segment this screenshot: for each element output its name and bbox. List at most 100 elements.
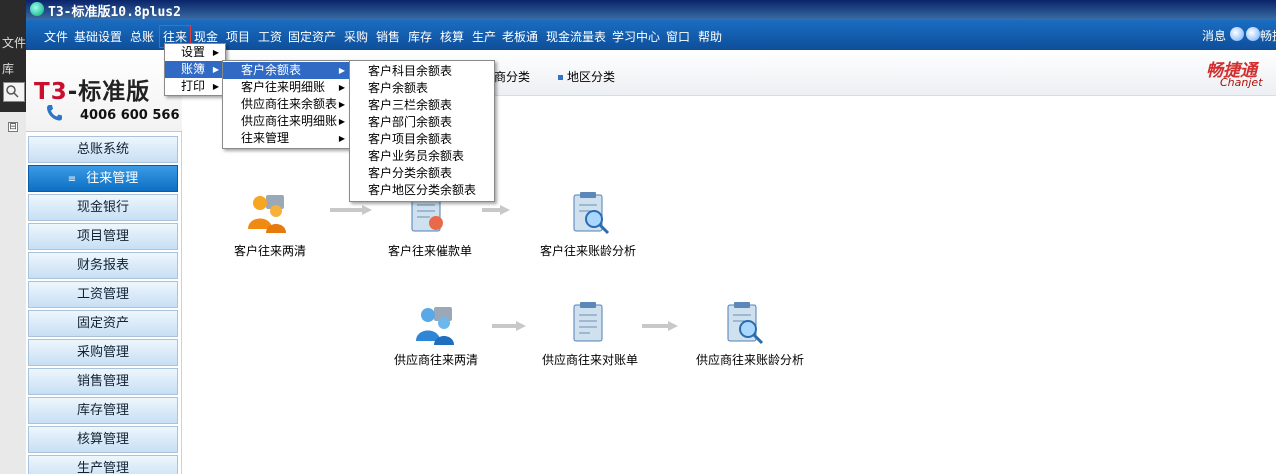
menu-item-ledgers[interactable]: 账簿 ▶ bbox=[165, 61, 225, 78]
menu-cash-flow[interactable]: 现金流量表 bbox=[546, 28, 606, 45]
supplier-statement-icon[interactable] bbox=[566, 301, 614, 347]
logo-t3: T3 bbox=[34, 79, 68, 105]
customer-dunning-label[interactable]: 客户往来催款单 bbox=[388, 242, 472, 259]
arrow-right-icon bbox=[330, 205, 372, 215]
sidebar-item-production[interactable]: 生产管理 bbox=[28, 455, 178, 474]
arrow-right-icon bbox=[642, 321, 678, 331]
menu-item-print[interactable]: 打印 ▶ bbox=[165, 78, 225, 95]
arrow-right-icon bbox=[492, 321, 526, 331]
menu-payroll[interactable]: 工资 bbox=[258, 28, 282, 45]
supplier-settlement-icon[interactable] bbox=[412, 301, 460, 347]
customer-aging-label[interactable]: 客户往来账龄分析 bbox=[540, 242, 636, 259]
background-side-label: 库 bbox=[2, 62, 15, 76]
menu-item-customer-three-column[interactable]: 客户三栏余额表 bbox=[350, 97, 494, 114]
sidebar-item-general-ledger[interactable]: 总账系统 bbox=[28, 136, 178, 163]
logo-edition: -标准版 bbox=[67, 79, 151, 105]
supplier-aging-label[interactable]: 供应商往来账龄分析 bbox=[696, 351, 804, 368]
arrow-right-icon: ▶ bbox=[338, 117, 345, 126]
menu-item-customer-detail-label: 客户往来明细账 bbox=[241, 80, 326, 94]
menu-item-supplier-balance[interactable]: 供应商往来余额表 ▶ bbox=[223, 96, 351, 113]
menu-item-receivables-management-label: 往来管理 bbox=[241, 131, 290, 145]
help-icon[interactable] bbox=[1246, 27, 1260, 41]
sidebar-item-receivables[interactable]: ≡ 往来管理 bbox=[28, 165, 178, 192]
tab-region-category-label: 地区分类 bbox=[567, 70, 616, 84]
page: { "background_app": { "menu_label": "文件"… bbox=[0, 0, 1276, 474]
window-title: T3-标准版10.8plus2 bbox=[48, 5, 181, 20]
arrow-right-icon: ▶ bbox=[212, 48, 219, 57]
menu-boss-link[interactable]: 老板通 bbox=[502, 28, 538, 45]
menu-item-customer-detail[interactable]: 客户往来明细账 ▶ bbox=[223, 79, 351, 96]
arrow-right-icon: ▶ bbox=[212, 65, 219, 74]
background-pane bbox=[0, 112, 26, 474]
menu-item-customer-region-category[interactable]: 客户地区分类余额表 bbox=[350, 182, 494, 199]
arrow-right-icon: ▶ bbox=[338, 83, 345, 92]
menu-help[interactable]: 帮助 bbox=[698, 28, 722, 45]
expander-icon[interactable]: ⊟ bbox=[8, 122, 18, 132]
logo: T3-标准版 bbox=[34, 72, 150, 106]
phone-number: 4006 600 566 bbox=[80, 108, 180, 123]
customer-aging-icon[interactable] bbox=[566, 191, 614, 237]
menu-sales[interactable]: 销售 bbox=[376, 28, 400, 45]
menu-project[interactable]: 项目 bbox=[226, 28, 250, 45]
menu-item-customer-category[interactable]: 客户分类余额表 bbox=[350, 165, 494, 182]
title-bar: T3-标准版10.8plus2 bbox=[26, 0, 1276, 20]
workflow-area: 客户往来两清 客户往来催款单 客户往来账龄分析 供应商往来两清 供应商往来对账单… bbox=[182, 97, 1276, 474]
menu-item-customer-account-balance[interactable]: 客户科目余额表 bbox=[350, 63, 494, 80]
menu-production[interactable]: 生产 bbox=[472, 28, 496, 45]
menu-file[interactable]: 文件 bbox=[44, 28, 68, 45]
menu-general-ledger[interactable]: 总账 bbox=[130, 28, 154, 45]
sidebar-item-payroll[interactable]: 工资管理 bbox=[28, 281, 178, 308]
background-app-strip: 文件 库 ⊟ bbox=[0, 0, 26, 474]
sidebar-item-accounting[interactable]: 核算管理 bbox=[28, 426, 178, 453]
menu-accounting[interactable]: 核算 bbox=[440, 28, 464, 45]
tab-region-category[interactable]: 地区分类 bbox=[558, 68, 615, 85]
menu-inventory[interactable]: 库存 bbox=[408, 28, 432, 45]
menu-ledgers-submenu: 客户余额表 ▶ 客户往来明细账 ▶ 供应商往来余额表 ▶ 供应商往来明细账 ▶ 往来管理… bbox=[222, 60, 352, 149]
phone-icon bbox=[47, 105, 62, 121]
menu-purchase[interactable]: 采购 bbox=[344, 28, 368, 45]
menu-fixed-assets[interactable]: 固定资产 bbox=[288, 28, 336, 45]
help-link[interactable]: 畅捷 bbox=[1260, 27, 1276, 44]
background-search-box bbox=[3, 82, 25, 102]
sidebar-item-sales[interactable]: 销售管理 bbox=[28, 368, 178, 395]
background-menu-label: 文件 bbox=[2, 36, 27, 50]
menu-item-customer-balance-sheet[interactable]: 客户余额表 bbox=[350, 80, 494, 97]
menu-item-supplier-balance-label: 供应商往来余额表 bbox=[241, 97, 338, 111]
menu-item-customer-project[interactable]: 客户项目余额表 bbox=[350, 131, 494, 148]
menu-item-customer-balance[interactable]: 客户余额表 ▶ bbox=[223, 62, 351, 79]
sidebar-item-purchase[interactable]: 采购管理 bbox=[28, 339, 178, 366]
arrow-right-icon: ▶ bbox=[212, 82, 219, 91]
menu-basic-settings[interactable]: 基础设置 bbox=[74, 28, 122, 45]
menu-item-settings[interactable]: 设置 ▶ bbox=[165, 44, 225, 61]
sidebar-item-financial-reports[interactable]: 财务报表 bbox=[28, 252, 178, 279]
menu-item-customer-salesperson[interactable]: 客户业务员余额表 bbox=[350, 148, 494, 165]
arrow-right-icon: ▶ bbox=[338, 66, 345, 75]
arrow-right-icon bbox=[482, 205, 510, 215]
supplier-statement-label[interactable]: 供应商往来对账单 bbox=[542, 351, 638, 368]
menu-item-ledgers-label: 账簿 bbox=[181, 62, 206, 76]
sidebar-item-projects[interactable]: 项目管理 bbox=[28, 223, 178, 250]
menu-item-customer-department[interactable]: 客户部门余额表 bbox=[350, 114, 494, 131]
menu-item-supplier-detail[interactable]: 供应商往来明细账 ▶ bbox=[223, 113, 351, 130]
supplier-aging-icon[interactable] bbox=[720, 301, 768, 347]
sidebar-item-fixed-assets[interactable]: 固定资产 bbox=[28, 310, 178, 337]
customer-settlement-label[interactable]: 客户往来两清 bbox=[234, 242, 306, 259]
sidebar: T3-标准版 4006 600 566 总账系统 ≡ 往来管理 现金银行 项目管理… bbox=[26, 50, 182, 474]
menu-item-receivables-management[interactable]: 往来管理 ▶ bbox=[223, 130, 351, 147]
chat-icon[interactable] bbox=[1230, 27, 1244, 41]
supplier-settlement-label[interactable]: 供应商往来两清 bbox=[394, 351, 478, 368]
menu-item-supplier-detail-label: 供应商往来明细账 bbox=[241, 114, 338, 128]
sidebar-item-receivables-label: 往来管理 bbox=[86, 171, 139, 186]
message-link[interactable]: 消息 bbox=[1202, 27, 1226, 44]
menu-learning-center[interactable]: 学习中心 bbox=[612, 28, 660, 45]
customer-settlement-icon[interactable] bbox=[244, 189, 292, 235]
menu-receivables-dropdown: 设置 ▶ 账簿 ▶ 打印 ▶ bbox=[164, 43, 226, 96]
menu-item-settings-label: 设置 bbox=[181, 45, 206, 59]
tab-bullet-icon bbox=[558, 75, 563, 80]
brand-corner-en: Chanjet bbox=[1220, 76, 1263, 89]
brand-corner: 畅捷通 Chanjet bbox=[1206, 56, 1276, 92]
menu-window[interactable]: 窗口 bbox=[666, 28, 690, 45]
search-icon bbox=[6, 85, 19, 98]
sidebar-item-cash-bank[interactable]: 现金银行 bbox=[28, 194, 178, 221]
sidebar-item-inventory[interactable]: 库存管理 bbox=[28, 397, 178, 424]
